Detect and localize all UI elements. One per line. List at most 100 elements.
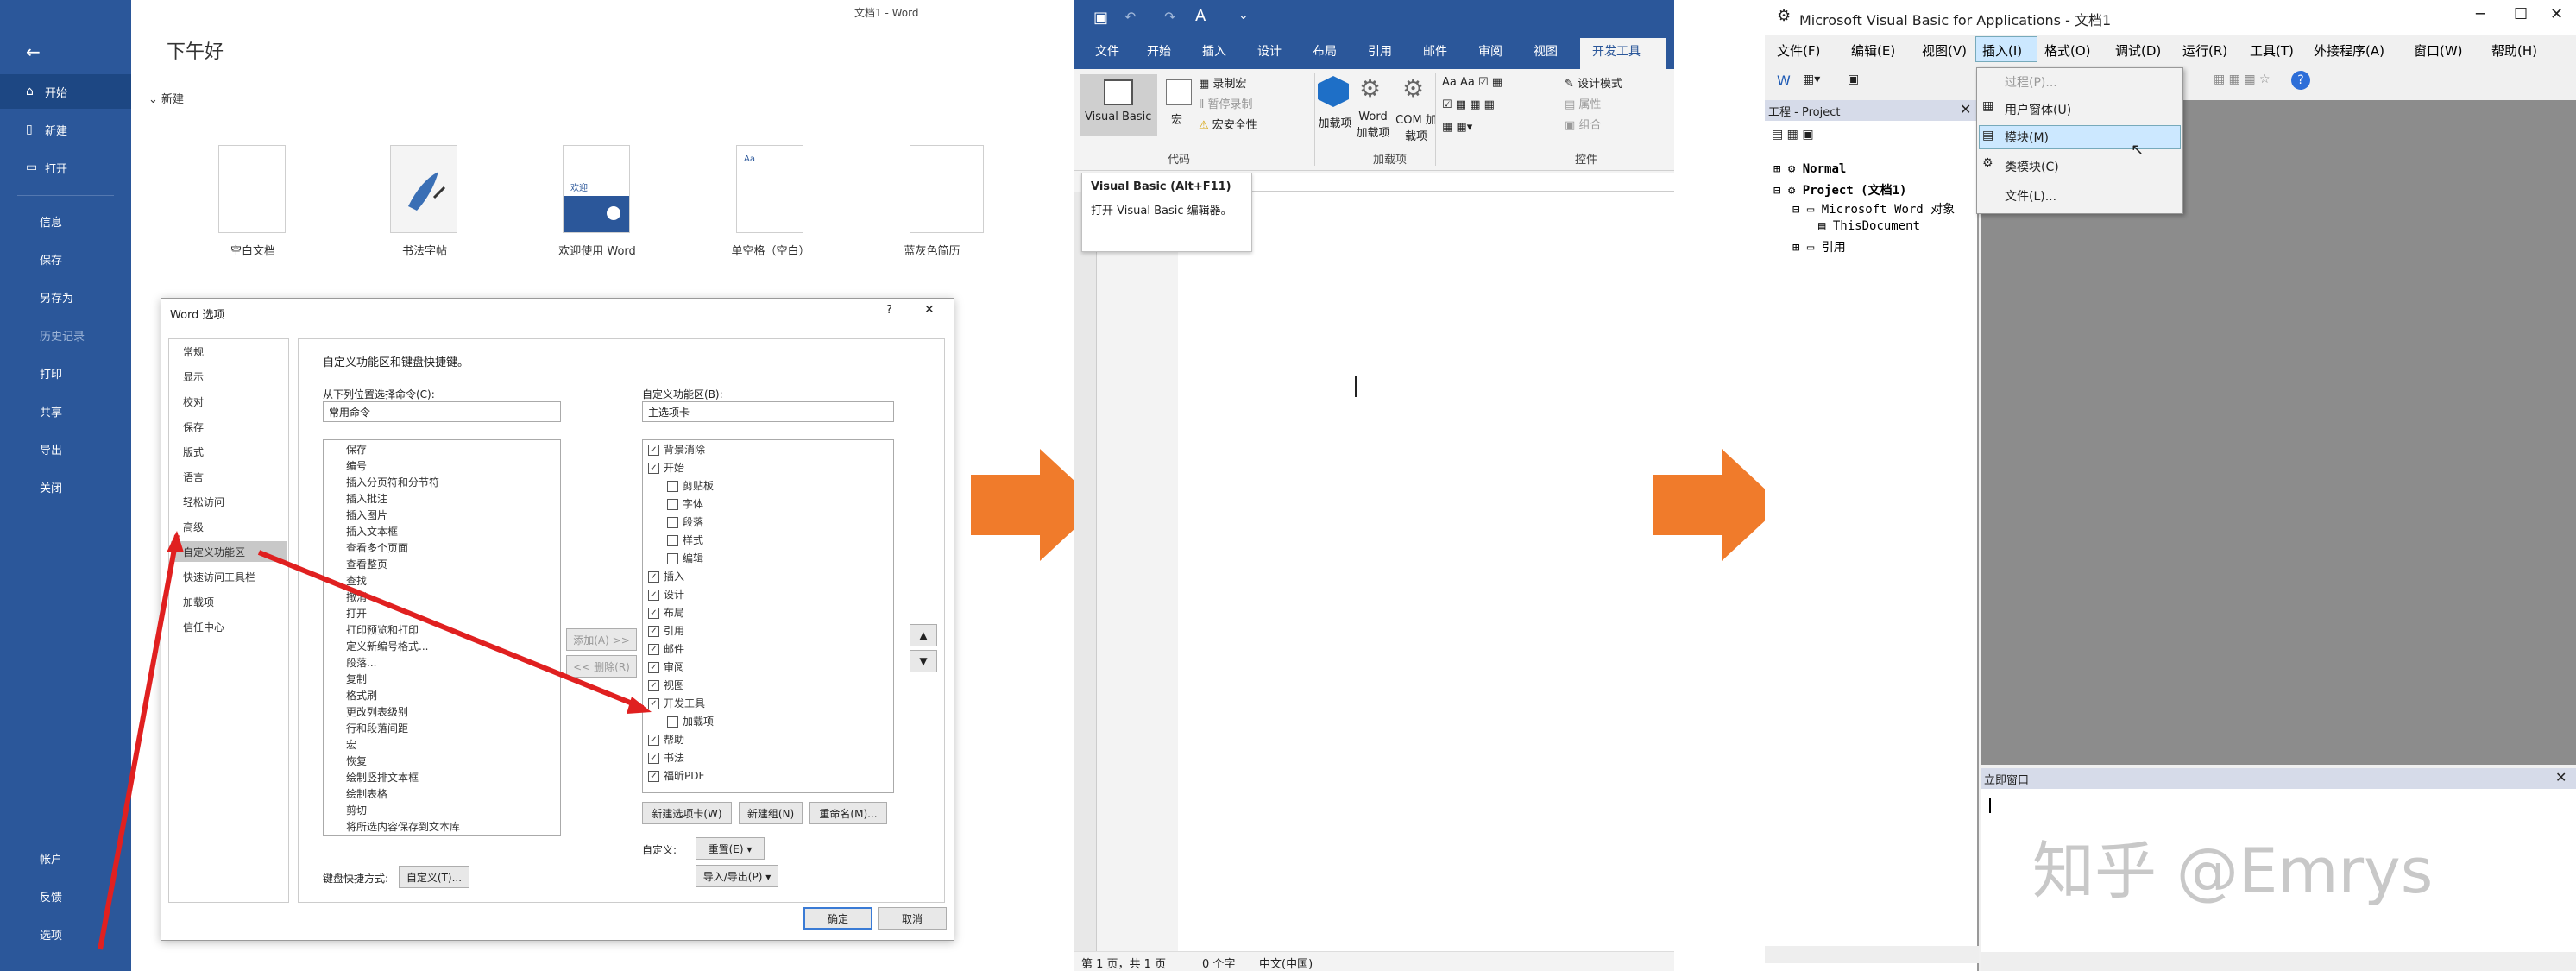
insert-class-module[interactable]: 类模块(C): [2005, 158, 2059, 175]
tree-this-document[interactable]: ▤ ThisDocument: [1818, 219, 1920, 233]
red-arrowhead-1: [167, 531, 184, 552]
record-macro-label: 录制宏: [1212, 78, 1247, 91]
macro-security-label: 宏安全性: [1212, 119, 1257, 132]
save-project-icon[interactable]: ▣: [1848, 73, 1859, 86]
word-developer-panel: ▣ ↶ ↷ A ⌄ 文件 开始 插入 设计 布局 引用 邮件 审阅 视图 开发工…: [1074, 0, 1674, 971]
macro-button[interactable]: 宏: [1171, 110, 1182, 127]
status-page[interactable]: 第 1 页，共 1 页: [1081, 955, 1166, 971]
menu-help[interactable]: 帮助(H): [2491, 41, 2537, 60]
vba-titlebar: ⚙ Microsoft Visual Basic for Application…: [1765, 0, 2576, 35]
immediate-hscroll[interactable]: [1981, 952, 2576, 971]
tree-project-label: Project (文档1): [1802, 184, 1907, 198]
word-backstage-panel: ← ⌂ 开始 ▯ 新建 ▭ 打开 信息 保存 另存为 历史记录 打印 共享 导出 关闭…: [0, 0, 984, 971]
tab-design[interactable]: 设计: [1257, 38, 1282, 64]
content-controls-row2[interactable]: ☑ ▦ ▦ ▦: [1442, 98, 1495, 111]
status-language[interactable]: 中文(中国): [1259, 955, 1313, 971]
tree-normal-label: Normal: [1802, 162, 1847, 176]
content-controls-row1[interactable]: Aa Aa ☑ ▦: [1442, 76, 1502, 89]
tree-project[interactable]: ⊟ ⚙ Project (文档1): [1773, 181, 1906, 199]
tree-normal[interactable]: ⊞ ⚙ Normal: [1773, 162, 1846, 176]
insert-userform-icon[interactable]: ▦▾: [1803, 73, 1820, 86]
insert-menu-dropdown: 过程(P)... ▦ 用户窗体(U) ▤ 模块(M) ⚙ 类模块(C) 文件(L…: [1976, 67, 2183, 214]
insert-procedure[interactable]: 过程(P)...: [2005, 73, 2057, 91]
word-icon[interactable]: W: [1777, 73, 1791, 89]
toolbar-icons-right[interactable]: ▦ ▦ ▦ ☆: [2214, 73, 2271, 86]
content-controls-row3[interactable]: ▦ ▦▾: [1442, 121, 1472, 134]
project-icon: ⚙: [1787, 162, 1796, 176]
macro-security-button[interactable]: ⚠ 宏安全性: [1199, 116, 1257, 132]
menu-insert[interactable]: 插入(I): [1982, 41, 2022, 60]
tree-word-objects[interactable]: ⊟ ▭ Microsoft Word 对象: [1792, 200, 1955, 218]
status-bar: 第 1 页，共 1 页 0 个字 中文(中国): [1074, 951, 1674, 971]
menu-debug[interactable]: 调试(D): [2115, 41, 2161, 60]
insert-userform[interactable]: 用户窗体(U): [2005, 101, 2071, 118]
project-explorer-close[interactable]: ✕: [1960, 101, 1971, 117]
userform-icon: ▦: [1982, 99, 1994, 113]
properties-icon: ▤: [1565, 98, 1579, 111]
immediate-close[interactable]: ✕: [2555, 769, 2567, 785]
insert-file[interactable]: 文件(L)...: [2005, 187, 2056, 205]
pause-record-button[interactable]: Ⅱ 暂停录制: [1199, 95, 1253, 111]
tab-file[interactable]: 文件: [1095, 38, 1119, 64]
minimize-button[interactable]: ─: [2476, 5, 2485, 23]
project-explorer-title: 工程 - Project: [1768, 106, 1841, 119]
tab-mailings[interactable]: 邮件: [1423, 38, 1447, 64]
tab-view[interactable]: 视图: [1534, 38, 1558, 64]
tab-review[interactable]: 审阅: [1478, 38, 1502, 64]
tooltip: Visual Basic (Alt+F11) 打开 Visual Basic 编…: [1081, 173, 1252, 252]
tab-home[interactable]: 开始: [1147, 38, 1171, 64]
tab-insert[interactable]: 插入: [1202, 38, 1226, 64]
class-module-icon: ⚙: [1982, 156, 1993, 170]
vba-title: Microsoft Visual Basic for Applications …: [1799, 12, 2112, 28]
properties-label: 属性: [1578, 98, 1602, 111]
group-button[interactable]: ▣ 组合: [1565, 116, 1601, 132]
tab-layout[interactable]: 布局: [1313, 38, 1337, 64]
menu-window[interactable]: 窗口(W): [2414, 41, 2463, 60]
tree-this-document-label: ThisDocument: [1832, 219, 1921, 233]
warning-icon: ⚠: [1199, 119, 1212, 132]
project-hscroll[interactable]: [1765, 946, 1979, 963]
tree-references[interactable]: ⊞ ▭ 引用: [1792, 238, 1846, 255]
folder-icon-1: ▭: [1806, 203, 1815, 217]
com-addins-button[interactable]: COM 加载项: [1395, 110, 1437, 143]
project-explorer: 工程 - Project ✕ ▤ ▦ ▣ ⊞ ⚙ Normal ⊟ ⚙ Proj…: [1765, 100, 1979, 971]
maximize-button[interactable]: ☐: [2514, 5, 2528, 23]
addins-group-label: 加载项: [1373, 154, 1408, 167]
immediate-titlebar: 立即窗口 ✕: [1981, 768, 2576, 789]
menu-view[interactable]: 视图(V): [1922, 41, 1967, 60]
status-words[interactable]: 0 个字: [1202, 955, 1235, 971]
properties-button[interactable]: ▤ 属性: [1565, 95, 1601, 111]
red-annotation-arrows: [98, 531, 652, 950]
project-view-buttons[interactable]: ▤ ▦ ▣: [1772, 128, 1814, 142]
menu-addins[interactable]: 外接程序(A): [2314, 41, 2384, 60]
quick-access-bar: ▣ ↶ ↷ A ⌄: [1074, 0, 1674, 38]
menu-format[interactable]: 格式(O): [2044, 41, 2091, 60]
save-icon[interactable]: ▣: [1093, 9, 1108, 27]
record-macro-button[interactable]: ▦ 录制宏: [1199, 74, 1246, 91]
controls-group-label: 控件: [1575, 154, 1598, 167]
menu-tools[interactable]: 工具(T): [2250, 41, 2294, 60]
undo-icon[interactable]: ↶: [1124, 9, 1136, 25]
group-icon: ▣: [1565, 119, 1579, 132]
menu-run[interactable]: 运行(R): [2182, 41, 2227, 60]
addins-button[interactable]: 加载项: [1318, 114, 1352, 130]
folder-icon-2: ▭: [1806, 241, 1815, 255]
immediate-title: 立即窗口: [1984, 774, 2030, 787]
menu-edit[interactable]: 编辑(E): [1851, 41, 1895, 60]
code-group-label: 代码: [1168, 154, 1191, 167]
help-icon[interactable]: ?: [2291, 71, 2310, 90]
tab-references[interactable]: 引用: [1368, 38, 1392, 64]
menu-file[interactable]: 文件(F): [1777, 41, 1820, 60]
word-addins-button[interactable]: Word 加载项: [1352, 110, 1394, 140]
spelling-icon[interactable]: A: [1195, 7, 1206, 25]
insert-module[interactable]: 模块(M): [2005, 129, 2049, 146]
customize-qat-icon[interactable]: ⌄: [1238, 9, 1249, 22]
tab-developer[interactable]: 开发工具: [1592, 38, 1641, 64]
close-window-button[interactable]: ✕: [2550, 5, 2563, 23]
red-arrow-category-to-developer: [257, 550, 645, 710]
redo-icon[interactable]: ↷: [1164, 9, 1175, 25]
document-page[interactable]: [1178, 192, 1674, 951]
page: ← ⌂ 开始 ▯ 新建 ▭ 打开 信息 保存 另存为 历史记录 打印 共享 导出 关闭…: [0, 0, 2576, 971]
design-mode-button[interactable]: ✎ 设计模式: [1565, 74, 1622, 91]
tooltip-title: Visual Basic (Alt+F11): [1091, 180, 1231, 193]
